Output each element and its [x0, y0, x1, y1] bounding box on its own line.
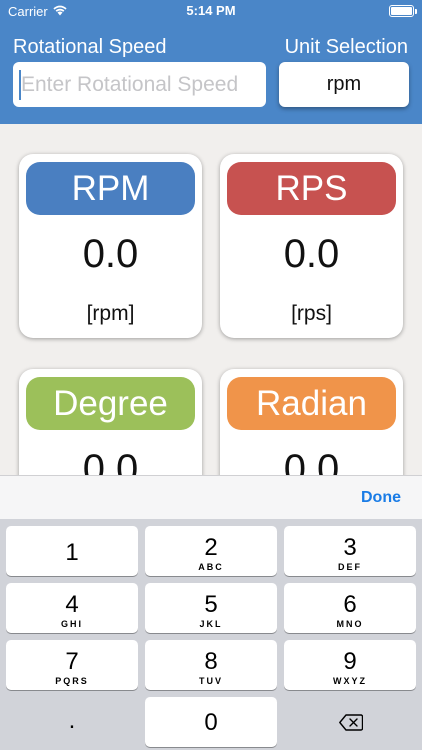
rpm-card-value: 0.0: [82, 232, 139, 276]
key-8-digit: 8: [204, 648, 218, 675]
status-bar: Carrier 5:14 PM: [0, 0, 422, 22]
key-1[interactable]: 1: [6, 526, 138, 576]
key-8-letters: TUV: [199, 676, 223, 686]
key-6[interactable]: 6 MNO: [284, 583, 416, 633]
delete-key[interactable]: [284, 697, 416, 747]
rotational-speed-input[interactable]: [13, 62, 266, 107]
unit-selection-label: Unit Selection: [284, 36, 408, 58]
key-5-letters: JKL: [199, 619, 223, 629]
key-7-letters: PQRS: [55, 676, 89, 686]
key-0-digit: 0: [204, 709, 218, 736]
key-9-digit: 9: [343, 648, 357, 675]
key-2-digit: 2: [204, 534, 218, 561]
key-5[interactable]: 5 JKL: [145, 583, 277, 633]
number-keypad: 1 2 ABC 3 DEF 4 GHI 5 JKL 6 MNO 7 PQRS 8…: [0, 519, 422, 750]
rpm-card: RPM 0.0 [rpm]: [19, 154, 202, 338]
key-5-digit: 5: [204, 591, 218, 618]
key-0[interactable]: 0: [145, 697, 277, 747]
rps-card: RPS 0.0 [rps]: [220, 154, 403, 338]
key-9[interactable]: 9 WXYZ: [284, 640, 416, 690]
key-3[interactable]: 3 DEF: [284, 526, 416, 576]
key-3-letters: DEF: [338, 562, 362, 572]
unit-selection-button[interactable]: rpm: [279, 62, 409, 107]
battery-icon: [389, 5, 414, 17]
done-button[interactable]: Done: [361, 489, 401, 507]
key-6-letters: MNO: [336, 619, 364, 629]
rpm-card-unit: [rpm]: [86, 302, 135, 325]
key-6-digit: 6: [343, 591, 357, 618]
key-4-digit: 4: [65, 591, 79, 618]
key-7-digit: 7: [65, 648, 79, 675]
degree-card-title: Degree: [26, 377, 195, 430]
key-4[interactable]: 4 GHI: [6, 583, 138, 633]
key-decimal-symbol: .: [68, 707, 76, 734]
text-cursor: [19, 70, 21, 100]
key-9-letters: WXYZ: [333, 676, 367, 686]
key-3-digit: 3: [343, 534, 357, 561]
key-2[interactable]: 2 ABC: [145, 526, 277, 576]
key-8[interactable]: 8 TUV: [145, 640, 277, 690]
key-decimal[interactable]: .: [6, 697, 138, 747]
rotational-speed-label: Rotational Speed: [13, 36, 167, 58]
battery-cap: [415, 9, 417, 14]
rps-card-unit: [rps]: [291, 302, 332, 325]
keyboard-toolbar: Done: [0, 475, 422, 519]
rps-card-value: 0.0: [283, 232, 340, 276]
key-7[interactable]: 7 PQRS: [6, 640, 138, 690]
clock-time: 5:14 PM: [186, 3, 236, 18]
key-1-digit: 1: [65, 539, 79, 566]
header-bar: Carrier 5:14 PM Rotational Speed Unit Se…: [0, 0, 422, 124]
key-2-letters: ABC: [198, 562, 224, 572]
rps-card-title: RPS: [227, 162, 396, 215]
backspace-icon: [339, 714, 363, 731]
key-4-letters: GHI: [60, 619, 83, 629]
rpm-card-title: RPM: [26, 162, 195, 215]
radian-card-title: Radian: [227, 377, 396, 430]
